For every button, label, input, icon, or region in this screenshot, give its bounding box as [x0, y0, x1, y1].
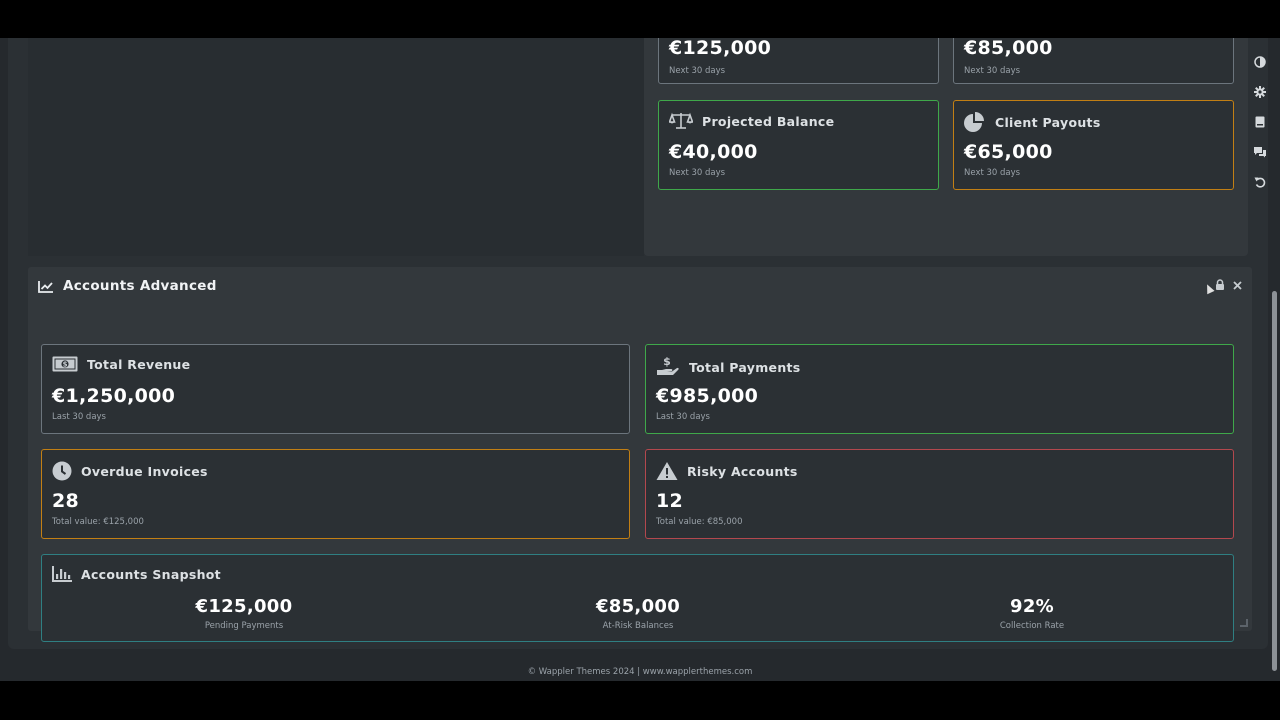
card-subtext: Total value: €85,000	[656, 517, 743, 527]
page-scrollbar[interactable]	[1272, 291, 1277, 671]
metric-card-projected-balance: Projected Balance €40,000 Next 30 days	[658, 100, 939, 190]
lock-icon[interactable]	[1215, 275, 1225, 294]
panel-header: Accounts Advanced	[38, 278, 217, 294]
stat-label: At-Risk Balances	[602, 621, 674, 631]
card-value: €65,000	[964, 141, 1053, 163]
card-value: €985,000	[656, 385, 759, 407]
stat-label: Pending Payments	[204, 621, 284, 631]
gear-icon[interactable]	[1250, 82, 1270, 102]
metric-card-total-payments: $ Total Payments €985,000 Last 30 days	[645, 344, 1234, 434]
metric-card-outgoing: €85,000 Next 30 days	[953, 38, 1234, 84]
hand-holding-dollar-icon: $	[656, 356, 680, 378]
footer-text: © Wappler Themes 2024 | www.wapplertheme…	[527, 667, 753, 677]
card-title: Total Revenue	[87, 356, 191, 372]
card-subtext: Next 30 days	[669, 168, 726, 178]
svg-text:$: $	[663, 356, 671, 368]
bar-chart-icon	[52, 566, 72, 582]
contrast-icon[interactable]	[1250, 52, 1270, 72]
card-value: €85,000	[964, 38, 1053, 59]
chat-icon[interactable]	[1250, 142, 1270, 162]
snapshot-stat-collection-rate: 92% Collection Rate	[932, 596, 1132, 631]
money-bill-icon: $	[52, 356, 78, 372]
book-icon[interactable]	[1250, 112, 1270, 132]
snapshot-stat-pending: €125,000 Pending Payments	[144, 596, 344, 631]
card-title: Risky Accounts	[687, 463, 798, 479]
card-subtext: Next 30 days	[669, 66, 726, 76]
metric-card-incoming: €125,000 Next 30 days	[658, 38, 939, 84]
stat-value: 92%	[1010, 596, 1054, 617]
metric-card-risky-accounts: Risky Accounts 12 Total value: €85,000	[645, 449, 1234, 539]
card-value: €1,250,000	[52, 385, 176, 407]
snapshot-stat-at-risk: €85,000 At-Risk Balances	[538, 596, 738, 631]
resize-handle[interactable]	[1240, 619, 1248, 627]
undo-icon[interactable]	[1250, 172, 1270, 192]
card-header: Risky Accounts	[656, 461, 798, 481]
card-value: €40,000	[669, 141, 758, 163]
card-subtext: Next 30 days	[964, 66, 1021, 76]
card-header: Overdue Invoices	[52, 461, 208, 481]
card-value: 28	[52, 490, 80, 512]
metric-card-total-revenue: $ Total Revenue €1,250,000 Last 30 days	[41, 344, 630, 434]
top-left-panel	[28, 38, 644, 256]
card-title: Projected Balance	[702, 113, 835, 129]
card-subtext: Next 30 days	[964, 168, 1021, 178]
clock-icon	[52, 461, 72, 481]
metric-card-client-payouts: Client Payouts €65,000 Next 30 days	[953, 100, 1234, 190]
svg-text:$: $	[63, 361, 68, 369]
card-title: Total Payments	[689, 359, 801, 375]
card-value: €125,000	[669, 38, 772, 59]
pie-chart-icon	[964, 112, 986, 132]
line-chart-icon	[38, 280, 54, 293]
cashflow-widget: €125,000 Next 30 days €85,000 Next 30 da…	[644, 38, 1248, 256]
card-subtext: Last 30 days	[656, 412, 710, 422]
card-header: Accounts Snapshot	[52, 566, 221, 582]
card-value: 12	[656, 490, 684, 512]
card-title: Accounts Snapshot	[81, 566, 221, 582]
accounts-advanced-panel: Accounts Advanced $ Total Revenue €1,250…	[28, 267, 1252, 642]
warning-icon	[656, 461, 678, 481]
close-icon[interactable]	[1233, 275, 1242, 294]
balance-scale-icon	[669, 112, 693, 130]
card-subtext: Last 30 days	[52, 412, 106, 422]
card-header: $ Total Revenue	[52, 356, 190, 372]
card-title: Client Payouts	[995, 114, 1101, 130]
card-header: Client Payouts	[964, 112, 1101, 132]
accounts-snapshot-card: Accounts Snapshot €125,000 Pending Payme…	[41, 554, 1234, 642]
stat-value: €125,000	[195, 596, 293, 617]
panel-title: Accounts Advanced	[63, 278, 217, 294]
metric-card-overdue-invoices: Overdue Invoices 28 Total value: €125,00…	[41, 449, 630, 539]
card-header: $ Total Payments	[656, 356, 801, 378]
card-title: Overdue Invoices	[81, 463, 208, 479]
card-subtext: Total value: €125,000	[52, 517, 144, 527]
stat-label: Collection Rate	[999, 621, 1065, 631]
card-header: Projected Balance	[669, 112, 834, 130]
panel-controls	[1215, 275, 1242, 294]
stat-value: €85,000	[595, 596, 681, 617]
dashboard-viewport: €125,000 Next 30 days €85,000 Next 30 da…	[0, 38, 1280, 681]
